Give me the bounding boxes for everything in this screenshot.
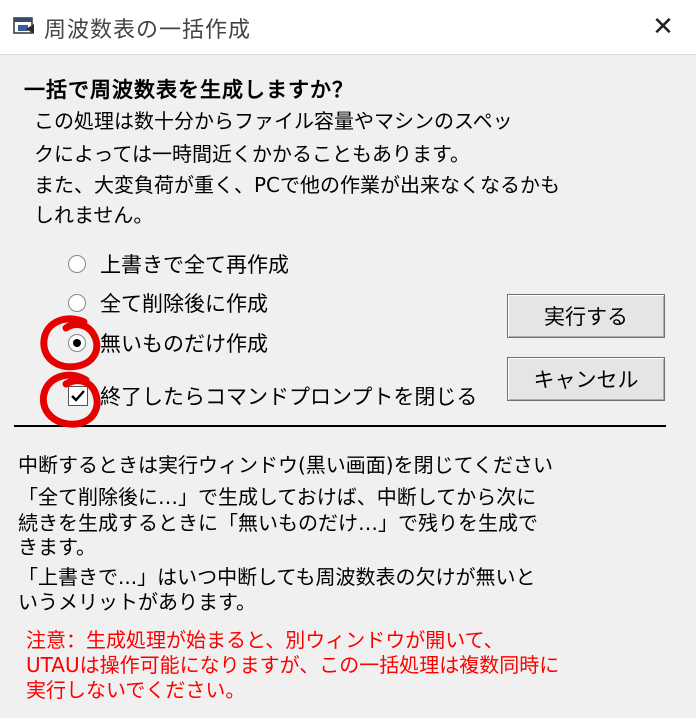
annotation-circle (39, 371, 101, 428)
note-line: きます。 (18, 535, 96, 559)
window-title: 周波数表の一括作成 (44, 18, 252, 43)
description-line: また、大変負荷が重く、PCで他の作業が出来なくなるかも (34, 173, 561, 197)
warning-line: 実行しないでください。 (26, 678, 246, 702)
divider (14, 425, 666, 427)
warning-line: 注意：生成処理が始まると、別ウィンドウが開いて、 (26, 628, 504, 652)
title-bar: 周波数表の一括作成 ✕ (0, 0, 696, 55)
close-prompt-option[interactable]: 終了したらコマンドプロンプトを閉じる (68, 381, 477, 411)
description-line: しれません。 (34, 203, 154, 227)
option-label: 無いものだけ作成 (100, 332, 268, 356)
close-button[interactable]: ✕ (630, 0, 696, 54)
note-line: 「上書きで...」はいつ中断しても周波数表の欠けが無いと (18, 565, 536, 589)
dialog-heading: 一括で周波数表を生成しますか？ (24, 78, 354, 102)
option-overwrite-all[interactable]: 上書きで全て再作成 (68, 249, 289, 279)
radio-button[interactable] (68, 255, 86, 273)
checkbox-label: 終了したらコマンドプロンプトを閉じる (100, 385, 478, 409)
option-label: 全て削除後に作成 (100, 292, 268, 316)
note-line: 中断するときは実行ウィンドウ(黒い画面)を閉じてください (18, 453, 554, 477)
cancel-button[interactable]: キャンセル (507, 357, 665, 401)
execute-button[interactable]: 実行する (507, 294, 665, 338)
radio-button[interactable] (68, 294, 86, 312)
note-line: 続きを生成するときに「無いものだけ…」で残りを生成で (18, 511, 538, 535)
description-line: この処理は数十分からファイル容量やマシンのスペッ (34, 109, 513, 133)
annotation-circle (40, 315, 101, 371)
app-icon (13, 17, 34, 34)
description-line: クによっては一時間近くかかることもあります。 (34, 142, 470, 166)
note-line: いうメリットがあります。 (18, 590, 256, 614)
warning-line: UTAUは操作可能になりますが、この一括処理は複数同時に (26, 653, 560, 677)
option-label: 上書きで全て再作成 (100, 253, 289, 277)
note-line: 「全て削除後に…」で生成しておけば、中断してから次に (18, 485, 537, 509)
